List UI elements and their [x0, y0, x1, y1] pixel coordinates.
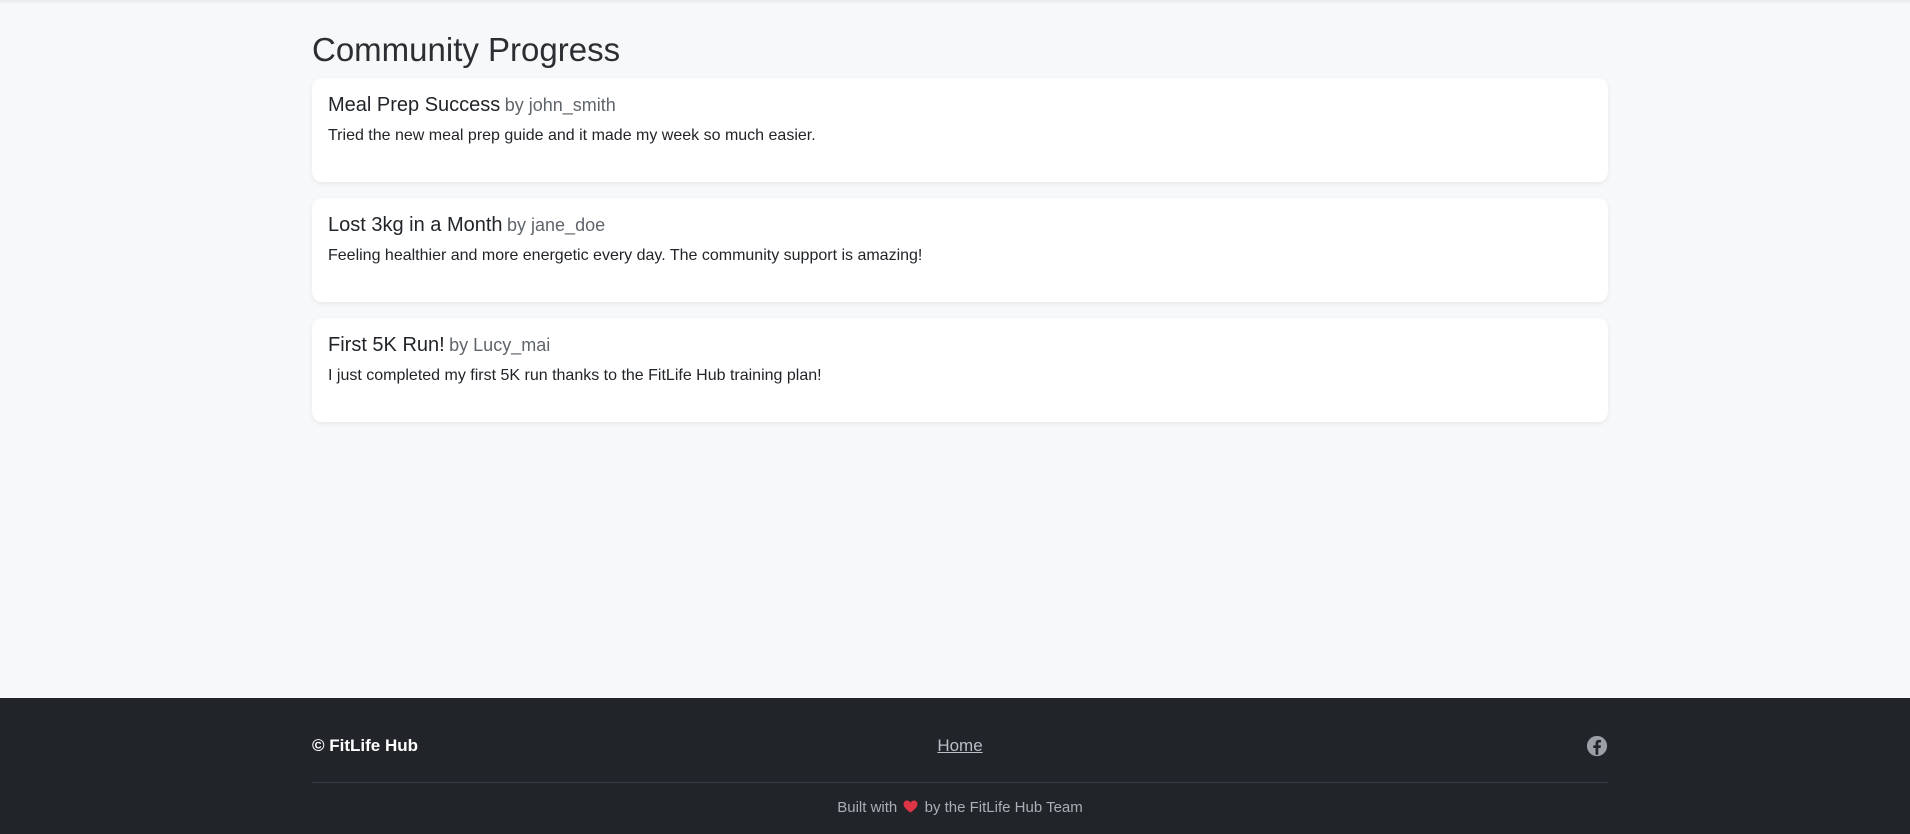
post-card: Lost 3kg in a Month by jane_doe Feeling …	[312, 198, 1608, 302]
post-body: Tried the new meal prep guide and it mad…	[328, 127, 816, 144]
built-suffix: by the FitLife Hub Team	[924, 799, 1083, 816]
footer-divider	[312, 782, 1608, 783]
post-body: I just completed my first 5K run thanks …	[328, 367, 822, 384]
post-header: First 5K Run! by Lucy_mai	[328, 333, 1592, 357]
post-author: by jane_doe	[507, 215, 606, 235]
post-title: Lost 3kg in a Month	[328, 214, 503, 236]
built-with-credit: Built with by the FitLife Hub Team	[312, 798, 1608, 818]
post-author: by Lucy_mai	[449, 335, 551, 355]
post-title: Meal Prep Success	[328, 94, 501, 116]
post-author: by john_smith	[504, 95, 616, 115]
page: Community Progress Meal Prep Success by …	[0, 0, 1910, 834]
post-header: Lost 3kg in a Month by jane_doe	[328, 213, 1592, 237]
facebook-icon[interactable]	[1586, 735, 1608, 757]
page-title: Community Progress	[312, 31, 621, 68]
main-content: Community Progress Meal Prep Success by …	[312, 0, 1608, 438]
posts-list: Meal Prep Success by john_smith Tried th…	[312, 78, 1608, 422]
footer: © FitLife Hub Home Built with by the Fit…	[0, 698, 1910, 834]
post-card: Meal Prep Success by john_smith Tried th…	[312, 78, 1608, 182]
heart-icon	[903, 800, 918, 813]
footer-nav: Home	[312, 733, 1608, 759]
footer-row: © FitLife Hub Home	[312, 733, 1608, 759]
post-card: First 5K Run! by Lucy_mai I just complet…	[312, 318, 1608, 422]
footer-inner: © FitLife Hub Home Built with by the Fit…	[312, 698, 1608, 834]
post-body: Feeling healthier and more energetic eve…	[328, 247, 923, 264]
post-title: First 5K Run!	[328, 334, 445, 356]
post-header: Meal Prep Success by john_smith	[328, 93, 1592, 117]
built-prefix: Built with	[837, 799, 898, 816]
home-link[interactable]: Home	[937, 736, 982, 755]
